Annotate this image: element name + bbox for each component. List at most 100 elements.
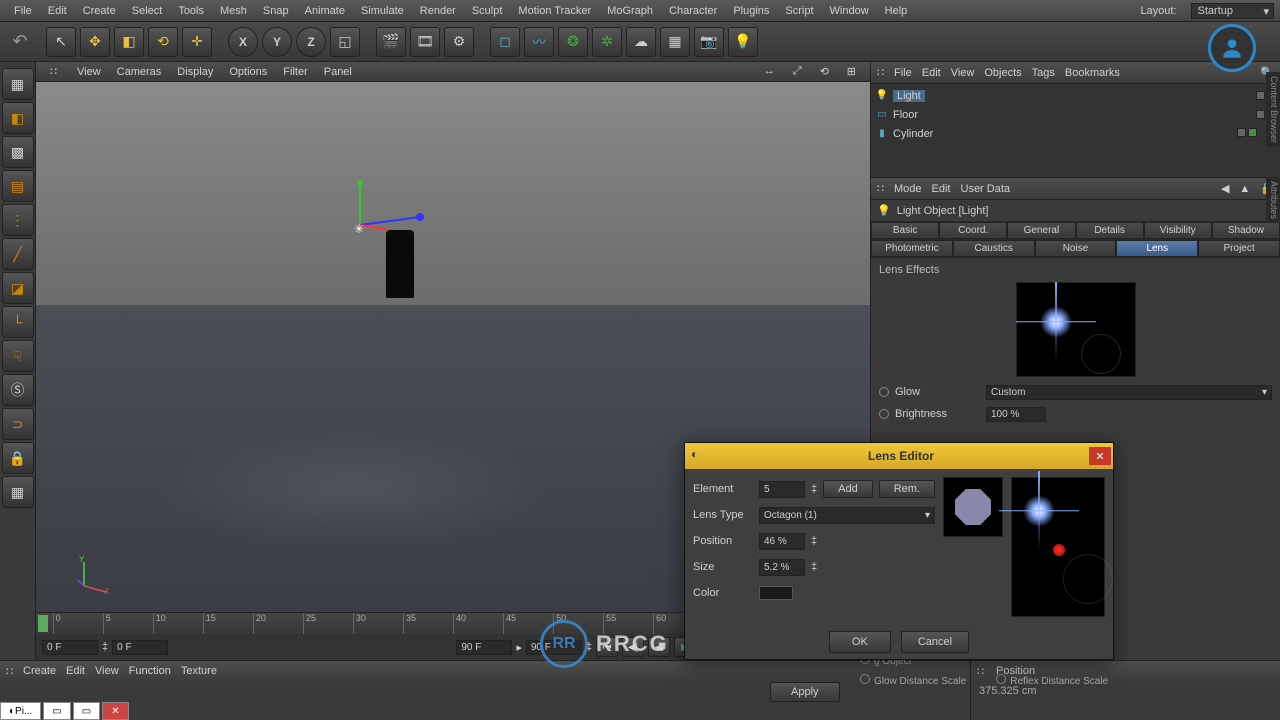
tree-label[interactable]: Cylinder — [893, 128, 933, 140]
texture-mode-icon[interactable]: ▩ — [2, 136, 34, 168]
taskbar-close[interactable]: ✕ — [102, 702, 128, 720]
place-tool-icon[interactable]: ✛ — [182, 27, 212, 57]
brightness-radio[interactable] — [879, 409, 889, 419]
axis-y-icon[interactable]: Y — [262, 27, 292, 57]
obj-menu-objects[interactable]: Objects — [984, 67, 1021, 79]
tab-details[interactable]: Details — [1076, 222, 1144, 239]
menu-window[interactable]: Window — [822, 5, 877, 17]
axis-z-icon[interactable]: Z — [296, 27, 326, 57]
mat-menu-view[interactable]: View — [95, 665, 119, 677]
menu-file[interactable]: File — [6, 5, 40, 17]
coord-system-icon[interactable]: ◱ — [330, 27, 360, 57]
layout-dropdown[interactable]: Startup — [1191, 3, 1274, 19]
obj-menu-bookmarks[interactable]: Bookmarks — [1065, 67, 1120, 79]
undo-icon[interactable]: ↶ — [6, 28, 34, 56]
axis-mode-icon[interactable]: └ — [2, 306, 34, 338]
tab-basic[interactable]: Basic — [871, 222, 939, 239]
light-icon[interactable]: 💡 — [728, 27, 758, 57]
attr-menu-edit[interactable]: Edit — [932, 183, 951, 195]
tab-general[interactable]: General — [1007, 222, 1075, 239]
view-menu-view[interactable]: View — [69, 66, 109, 78]
nav-up-icon[interactable]: ▲ — [1239, 183, 1250, 195]
sidetab-attributes[interactable]: Attributes — [1266, 177, 1280, 223]
remove-button[interactable]: Rem. — [879, 480, 935, 498]
menu-select[interactable]: Select — [124, 5, 171, 17]
glow-radio[interactable] — [879, 387, 889, 397]
cube-primitive-icon[interactable]: ◻ — [490, 27, 520, 57]
object-manager[interactable]: 💡 Light ▭ Floor ▮ Cylinder — [871, 84, 1280, 178]
menu-character[interactable]: Character — [661, 5, 725, 17]
viewport-nav-icon[interactable]: ↔ — [756, 65, 783, 78]
menu-sculpt[interactable]: Sculpt — [464, 5, 511, 17]
edge-mode-icon[interactable]: ╱ — [2, 238, 34, 270]
frame-start-field[interactable]: 0 F — [42, 640, 98, 655]
dialog-titlebar[interactable]: ◐ Lens Editor ✕ — [685, 443, 1113, 469]
viewmode-icon[interactable]: ▦ — [2, 476, 34, 508]
point-mode-icon[interactable]: ⋮ — [2, 204, 34, 236]
axis-x-icon[interactable]: X — [228, 27, 258, 57]
frame-out-field[interactable]: 90 F — [456, 640, 512, 655]
tab-coord[interactable]: Coord. — [939, 222, 1007, 239]
cancel-button[interactable]: Cancel — [901, 631, 969, 653]
taskbar-app[interactable]: ◐ Pi... — [0, 702, 41, 720]
ok-button[interactable]: OK — [829, 631, 891, 653]
color-swatch[interactable] — [759, 586, 793, 600]
brightness-field[interactable]: 100 % — [986, 407, 1046, 422]
tweak-icon[interactable]: ☟ — [2, 340, 34, 372]
view-menu-cameras[interactable]: Cameras — [109, 66, 170, 78]
mat-menu-create[interactable]: Create — [23, 665, 56, 677]
magnet-icon[interactable]: ⊃ — [2, 408, 34, 440]
tab-project[interactable]: Project — [1198, 240, 1280, 257]
viewport-nav-icon[interactable]: ⊞ — [839, 65, 864, 78]
environment-icon[interactable]: ☁ — [626, 27, 656, 57]
render-settings-icon[interactable]: ⚙ — [444, 27, 474, 57]
menu-mograph[interactable]: MoGraph — [599, 5, 661, 17]
apply-button[interactable]: Apply — [770, 682, 840, 702]
obj-menu-tags[interactable]: Tags — [1032, 67, 1055, 79]
menu-mesh[interactable]: Mesh — [212, 5, 255, 17]
view-menu-panel[interactable]: Panel — [316, 66, 360, 78]
taskbar-win[interactable]: ▭ — [73, 702, 100, 720]
view-menu-display[interactable]: Display — [169, 66, 221, 78]
menu-create[interactable]: Create — [75, 5, 124, 17]
deformer-icon[interactable]: ✲ — [592, 27, 622, 57]
lenstype-dropdown[interactable]: Octagon (1) — [759, 507, 935, 524]
obj-menu-edit[interactable]: Edit — [922, 67, 941, 79]
viewcam-icon[interactable]: 📷 — [694, 27, 724, 57]
tab-noise[interactable]: Noise — [1035, 240, 1117, 257]
move-tool-icon[interactable]: ✥ — [80, 27, 110, 57]
glow-dropdown[interactable]: Custom▾ — [986, 385, 1272, 400]
generator-icon[interactable]: ❂ — [558, 27, 588, 57]
tab-photometric[interactable]: Photometric — [871, 240, 953, 257]
mat-menu-edit[interactable]: Edit — [66, 665, 85, 677]
attr-menu-mode[interactable]: Mode — [894, 183, 922, 195]
snap-icon[interactable]: Ⓢ — [2, 374, 34, 406]
sidetab-content[interactable]: Content Browser — [1266, 72, 1280, 147]
mat-menu-function[interactable]: Function — [129, 665, 171, 677]
spline-icon[interactable]: 〰 — [524, 27, 554, 57]
render-view-icon[interactable]: 🎬 — [376, 27, 406, 57]
tab-visibility[interactable]: Visibility — [1144, 222, 1212, 239]
playhead[interactable] — [38, 615, 48, 632]
menu-animate[interactable]: Animate — [297, 5, 353, 17]
obj-menu-file[interactable]: File — [894, 67, 912, 79]
viewport-nav-icon[interactable]: ⤢ — [785, 65, 810, 78]
rotate-tool-icon[interactable]: ⟲ — [148, 27, 178, 57]
menu-help[interactable]: Help — [877, 5, 916, 17]
user-avatar-badge[interactable] — [1208, 24, 1256, 72]
viewport-nav-icon[interactable]: ⟲ — [812, 65, 837, 78]
lens-preview-thumb[interactable] — [1016, 282, 1136, 377]
tab-lens[interactable]: Lens — [1116, 240, 1198, 257]
mat-menu-texture[interactable]: Texture — [181, 665, 217, 677]
menu-tools[interactable]: Tools — [170, 5, 212, 17]
camera-icon[interactable]: ▦ — [660, 27, 690, 57]
tree-row-cylinder[interactable]: ▮ Cylinder — [875, 124, 1276, 143]
select-tool-icon[interactable]: ↖ — [46, 27, 76, 57]
tree-row-floor[interactable]: ▭ Floor — [875, 105, 1276, 124]
nav-back-icon[interactable]: ◀ — [1221, 182, 1229, 195]
menu-motiontracker[interactable]: Motion Tracker — [510, 5, 599, 17]
add-button[interactable]: Add — [823, 480, 873, 498]
render-region-icon[interactable]: 🎞 — [410, 27, 440, 57]
cylinder-object[interactable] — [386, 230, 414, 298]
model-mode-icon[interactable]: ▦ — [2, 68, 34, 100]
